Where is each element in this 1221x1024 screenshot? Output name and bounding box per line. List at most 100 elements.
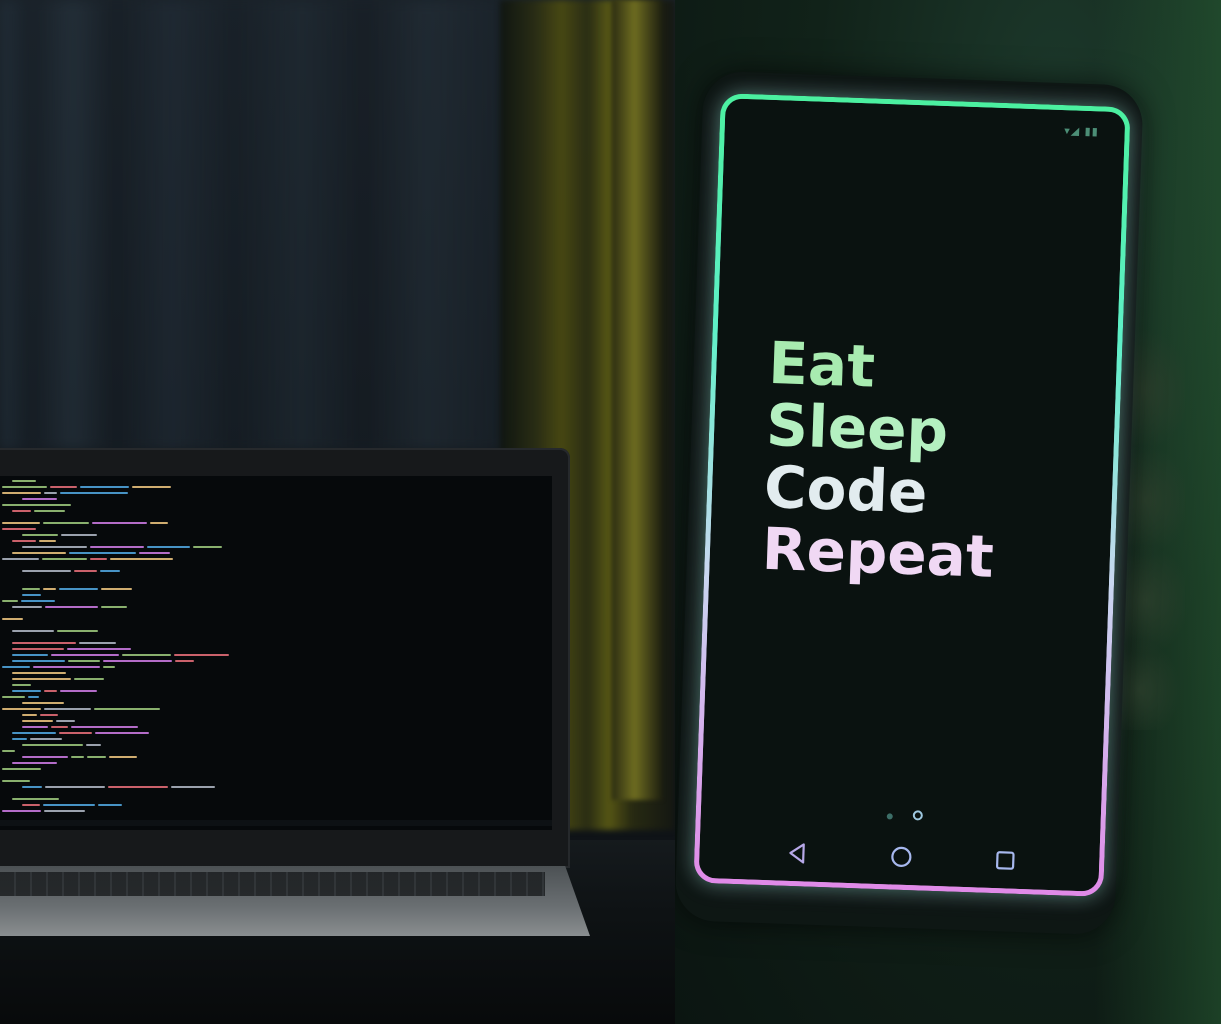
code-token xyxy=(12,690,41,692)
code-token xyxy=(193,546,222,548)
code-token xyxy=(59,732,92,734)
code-token xyxy=(175,660,194,662)
code-token xyxy=(43,522,89,524)
code-token xyxy=(147,546,190,548)
code-token xyxy=(108,786,168,788)
code-token xyxy=(94,708,160,710)
code-token xyxy=(2,528,36,530)
code-token xyxy=(22,804,40,806)
code-token xyxy=(22,588,40,590)
code-token xyxy=(22,546,87,548)
code-token xyxy=(22,726,48,728)
home-icon[interactable] xyxy=(889,844,914,869)
code-token xyxy=(28,696,39,698)
code-token xyxy=(44,810,85,812)
code-token xyxy=(45,606,98,608)
code-token xyxy=(2,708,41,710)
laptop-photo-panel xyxy=(0,0,675,1024)
code-token xyxy=(57,630,98,632)
code-token xyxy=(12,654,48,656)
code-token xyxy=(174,654,229,656)
code-token xyxy=(101,606,127,608)
code-token xyxy=(44,492,57,494)
code-token xyxy=(61,534,97,536)
code-token xyxy=(69,552,136,554)
slogan: Eat Sleep Code Repeat xyxy=(761,329,1001,591)
code-token xyxy=(79,642,116,644)
code-token xyxy=(22,594,41,596)
code-token xyxy=(122,654,171,656)
window-curtain xyxy=(0,0,520,450)
code-token xyxy=(22,570,71,572)
code-token xyxy=(50,486,77,488)
code-token xyxy=(51,726,68,728)
code-token xyxy=(2,696,25,698)
code-token xyxy=(51,654,119,656)
page-dot-2[interactable] xyxy=(912,810,923,821)
phone-screen: ▾◢ ▮▮ Eat Sleep Code Repeat xyxy=(693,93,1131,897)
code-token xyxy=(12,480,36,482)
code-token xyxy=(22,714,37,716)
code-token xyxy=(12,606,42,608)
code-token xyxy=(2,486,47,488)
recents-icon[interactable] xyxy=(993,848,1018,873)
code-token xyxy=(12,678,71,680)
code-token xyxy=(95,732,149,734)
code-token xyxy=(2,780,30,782)
code-token xyxy=(12,510,31,512)
code-token xyxy=(132,486,171,488)
code-token xyxy=(90,558,107,560)
code-token xyxy=(30,738,62,740)
code-token xyxy=(12,648,64,650)
code-token xyxy=(22,498,57,500)
window-post xyxy=(612,0,662,800)
code-token xyxy=(109,756,137,758)
code-token xyxy=(22,744,83,746)
status-bar-icons: ▾◢ ▮▮ xyxy=(1063,124,1100,139)
code-token xyxy=(2,666,30,668)
code-token xyxy=(2,810,41,812)
code-token xyxy=(40,714,58,716)
code-token xyxy=(60,690,97,692)
code-token xyxy=(22,756,68,758)
laptop-keyboard xyxy=(0,872,545,896)
code-token xyxy=(42,558,87,560)
editor-status-bar xyxy=(0,820,552,826)
code-token xyxy=(71,726,138,728)
code-token xyxy=(80,486,129,488)
code-token xyxy=(43,804,95,806)
code-token xyxy=(2,600,18,602)
page-dot-1[interactable] xyxy=(886,813,893,820)
navigation-bar xyxy=(699,834,1100,882)
code-token xyxy=(45,786,105,788)
code-token xyxy=(139,552,170,554)
code-token xyxy=(92,522,147,524)
code-token xyxy=(34,510,65,512)
code-token xyxy=(2,492,41,494)
code-token xyxy=(103,666,115,668)
code-token xyxy=(12,762,57,764)
code-token xyxy=(12,552,66,554)
code-token xyxy=(71,756,84,758)
code-token xyxy=(22,786,42,788)
back-icon[interactable] xyxy=(785,841,810,866)
code-token xyxy=(110,558,173,560)
code-token xyxy=(56,720,75,722)
code-token xyxy=(100,570,120,572)
code-token xyxy=(22,702,64,704)
code-token xyxy=(101,588,132,590)
code-token xyxy=(2,504,71,506)
code-token xyxy=(12,684,31,686)
code-token xyxy=(68,660,100,662)
page-indicator xyxy=(886,804,944,825)
code-token xyxy=(2,558,39,560)
code-token xyxy=(12,732,56,734)
code-token xyxy=(44,708,91,710)
code-token xyxy=(67,648,131,650)
code-token xyxy=(60,492,128,494)
code-token xyxy=(74,678,104,680)
code-token xyxy=(33,666,100,668)
code-token xyxy=(12,540,36,542)
phone-photo-panel: ▾◢ ▮▮ Eat Sleep Code Repeat xyxy=(675,0,1221,1024)
code-token xyxy=(21,600,55,602)
